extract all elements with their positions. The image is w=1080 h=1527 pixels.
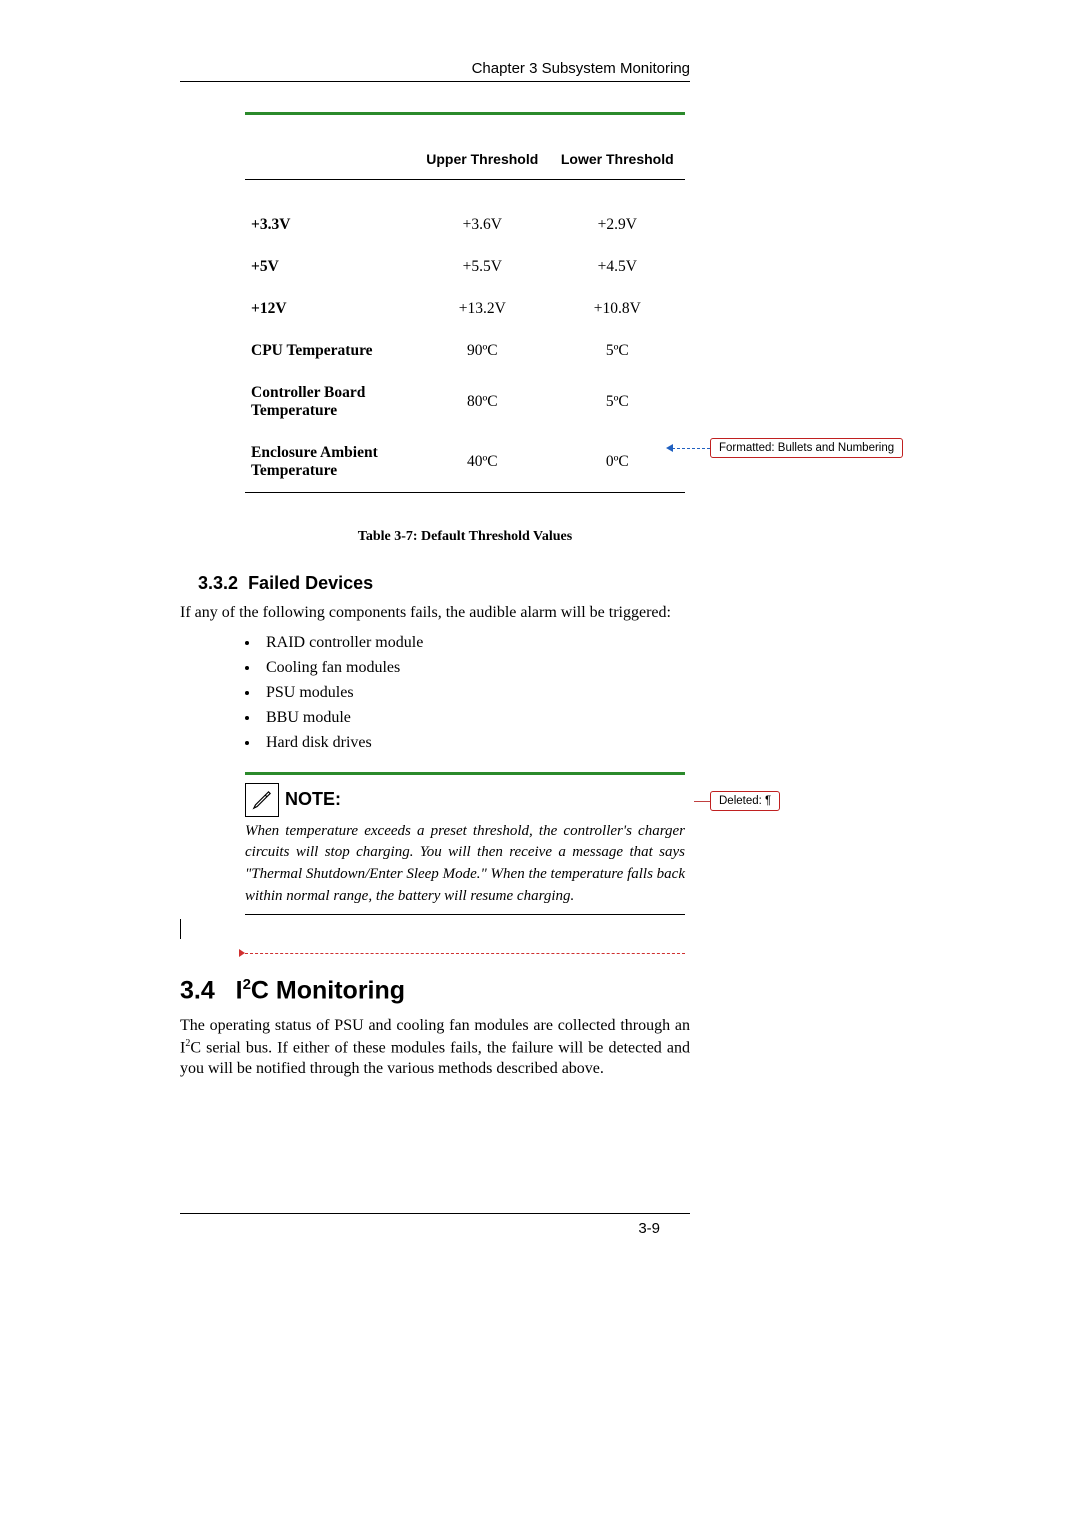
table-row: Enclosure Ambient Temperature40ºC0ºC — [245, 432, 685, 493]
note-label: NOTE: — [285, 789, 341, 810]
comment-deleted-balloon[interactable]: Deleted: ¶ — [710, 791, 780, 811]
header-rule — [180, 81, 690, 82]
section-34-body: The operating status of PSU and cooling … — [180, 1015, 690, 1080]
page-footer: 3-9 — [180, 1213, 690, 1237]
list-item: PSU modules — [260, 684, 690, 702]
failed-devices-list: RAID controller module Cooling fan modul… — [240, 634, 690, 752]
footer-rule — [180, 1213, 690, 1214]
section-number: 3.3.2 — [198, 573, 238, 593]
comment-formatted-balloon[interactable]: Formatted: Bullets and Numbering — [710, 438, 903, 458]
note-icon — [245, 783, 279, 817]
table-row: CPU Temperature90ºC5ºC — [245, 330, 685, 372]
section-332-heading: 3.3.2 Failed Devices — [198, 573, 690, 594]
col-upper: Upper Threshold — [415, 139, 550, 180]
section-34-heading: 3.4 I2C Monitoring — [180, 976, 690, 1005]
insertion-cursor — [180, 919, 181, 939]
comment-connector-line — [694, 801, 710, 802]
revision-deletion-line — [245, 953, 685, 954]
chapter-header: Chapter 3 Subsystem Monitoring — [180, 60, 690, 77]
table-row: +5V+5.5V+4.5V — [245, 246, 685, 288]
comment-connector-line — [672, 448, 710, 449]
page-number: 3-9 — [180, 1220, 690, 1237]
table-row: Controller Board Temperature80ºC5ºC — [245, 372, 685, 432]
list-item: BBU module — [260, 709, 690, 727]
note-body: When temperature exceeds a preset thresh… — [245, 821, 685, 908]
comment-text: Formatted: Bullets and Numbering — [719, 442, 894, 454]
section-332-intro: If any of the following components fails… — [180, 602, 690, 624]
list-item: Hard disk drives — [260, 734, 690, 752]
col-lower: Lower Threshold — [550, 139, 685, 180]
section-title-text: Failed Devices — [248, 573, 373, 593]
comment-text: Deleted: ¶ — [719, 795, 771, 807]
table-row: +3.3V+3.6V+2.9V — [245, 204, 685, 246]
table-header-row: Upper Threshold Lower Threshold — [245, 139, 685, 180]
col-blank — [245, 139, 415, 180]
table-row: +12V+13.2V+10.8V — [245, 288, 685, 330]
list-item: Cooling fan modules — [260, 659, 690, 677]
note-box: NOTE: When temperature exceeds a preset … — [245, 772, 685, 915]
table-caption: Table 3-7: Default Threshold Values — [245, 529, 685, 545]
section-number: 3.4 — [180, 976, 215, 1004]
threshold-table: Upper Threshold Lower Threshold +3.3V+3.… — [245, 112, 685, 517]
list-item: RAID controller module — [260, 634, 690, 652]
